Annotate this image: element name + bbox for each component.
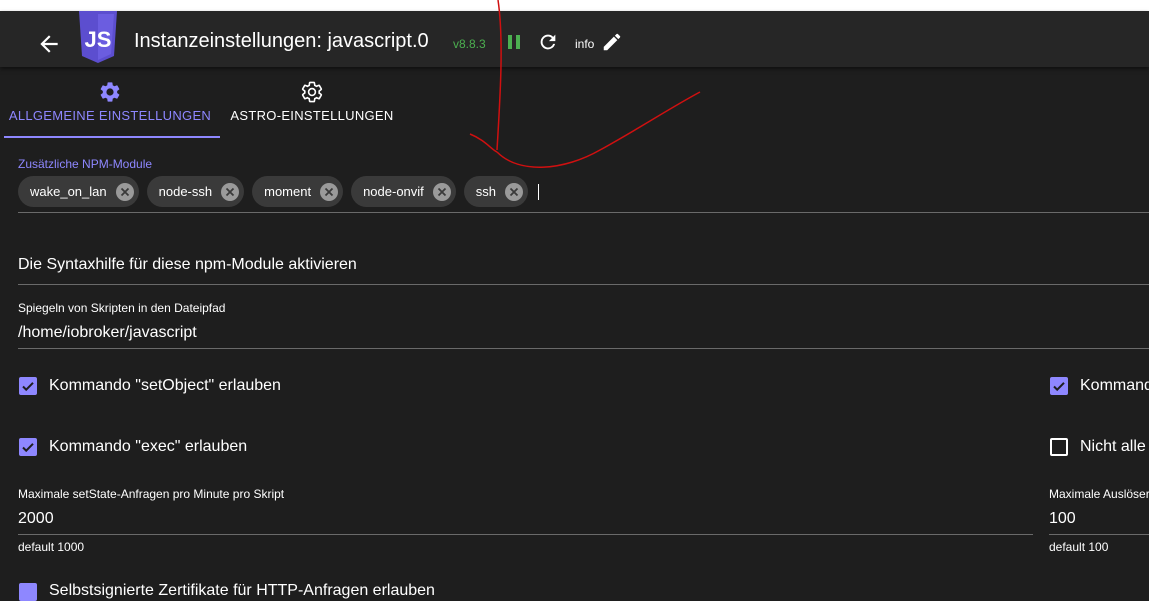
npm-modules-input[interactable]: wake_on_lan node-ssh moment node-onvif s…	[18, 176, 540, 207]
tab-astro-label: ASTRO-EINSTELLUNGEN	[230, 108, 394, 123]
page-title: Instanzeinstellungen: javascript.0	[134, 30, 429, 52]
chip-label: node-ssh	[158, 184, 213, 199]
checkbox-setobject[interactable]	[19, 377, 37, 395]
back-arrow-icon[interactable]	[36, 31, 62, 57]
mirror-path-label: Spiegeln von Skripten in den Dateipfad	[18, 301, 226, 315]
checkbox-exec[interactable]	[19, 438, 37, 456]
chip-label: wake_on_lan	[30, 184, 107, 199]
checkbox-right-top-label: Kommand	[1080, 377, 1149, 394]
gear-outline-icon	[300, 80, 324, 104]
npm-chip[interactable]: wake_on_lan	[18, 176, 139, 207]
pause-icon[interactable]	[505, 33, 523, 51]
max-triggers-help: default 100	[1049, 540, 1109, 554]
reload-icon[interactable]	[537, 31, 559, 53]
chip-remove-icon[interactable]	[220, 182, 240, 202]
svg-text:JS: JS	[85, 27, 112, 52]
checkbox-bottom-partial-label: Selbstsignierte Zertifikate für HTTP-Anf…	[49, 582, 435, 599]
checkbox-right-bottom[interactable]	[1050, 438, 1068, 456]
window-top-strip	[0, 0, 1149, 11]
max-setstate-help: default 1000	[18, 540, 85, 554]
max-setstate-label: Maximale setState-Anfragen pro Minute pr…	[18, 487, 285, 501]
npm-chip[interactable]: node-onvif	[351, 176, 456, 207]
npm-chip[interactable]: node-ssh	[146, 176, 245, 207]
gear-filled-icon	[98, 80, 122, 104]
max-triggers-underline	[1049, 534, 1149, 535]
npm-chip[interactable]: ssh	[463, 176, 529, 207]
npm-chip[interactable]: moment	[252, 176, 344, 207]
syntax-help-field[interactable]: Die Syntaxhilfe für diese npm-Module akt…	[18, 256, 357, 274]
chip-label: ssh	[475, 184, 497, 199]
checkbox-right-top[interactable]	[1050, 377, 1068, 395]
javascript-logo: JS	[79, 11, 117, 63]
mirror-input-underline	[18, 348, 1149, 349]
checkbox-setobject-label: Kommando "setObject" erlauben	[49, 377, 281, 394]
pencil-icon[interactable]	[601, 31, 623, 53]
max-setstate-input[interactable]: 2000	[18, 510, 54, 528]
npm-modules-label: Zusätzliche NPM-Module	[18, 157, 153, 171]
chip-remove-icon[interactable]	[319, 182, 339, 202]
checkbox-exec-label: Kommando "exec" erlauben	[49, 438, 248, 455]
checkbox-right-bottom-label: Nicht alle	[1080, 438, 1146, 455]
log-level-label: info	[575, 37, 595, 51]
checkbox-bottom-partial[interactable]	[19, 583, 37, 601]
max-triggers-input[interactable]: 100	[1049, 510, 1076, 528]
tab-general-label: ALLGEMEINE EINSTELLUNGEN	[8, 108, 212, 123]
npm-input-underline	[18, 212, 1149, 213]
chip-remove-icon[interactable]	[432, 182, 452, 202]
chip-remove-icon[interactable]	[115, 182, 135, 202]
tab-astro-settings[interactable]: ASTRO-EINSTELLUNGEN	[224, 80, 400, 123]
chip-label: node-onvif	[363, 184, 424, 199]
max-setstate-underline	[18, 534, 1033, 535]
active-tab-indicator	[4, 136, 220, 138]
syntax-field-underline	[18, 284, 1149, 285]
text-caret	[538, 183, 540, 200]
chip-label: moment	[264, 184, 312, 199]
max-triggers-label: Maximale Auslöser	[1049, 487, 1149, 501]
version-label: v8.8.3	[453, 37, 486, 51]
chip-remove-icon[interactable]	[504, 182, 524, 202]
tab-general-settings[interactable]: ALLGEMEINE EINSTELLUNGEN	[4, 80, 216, 138]
mirror-path-input[interactable]: /home/iobroker/javascript	[18, 324, 197, 342]
